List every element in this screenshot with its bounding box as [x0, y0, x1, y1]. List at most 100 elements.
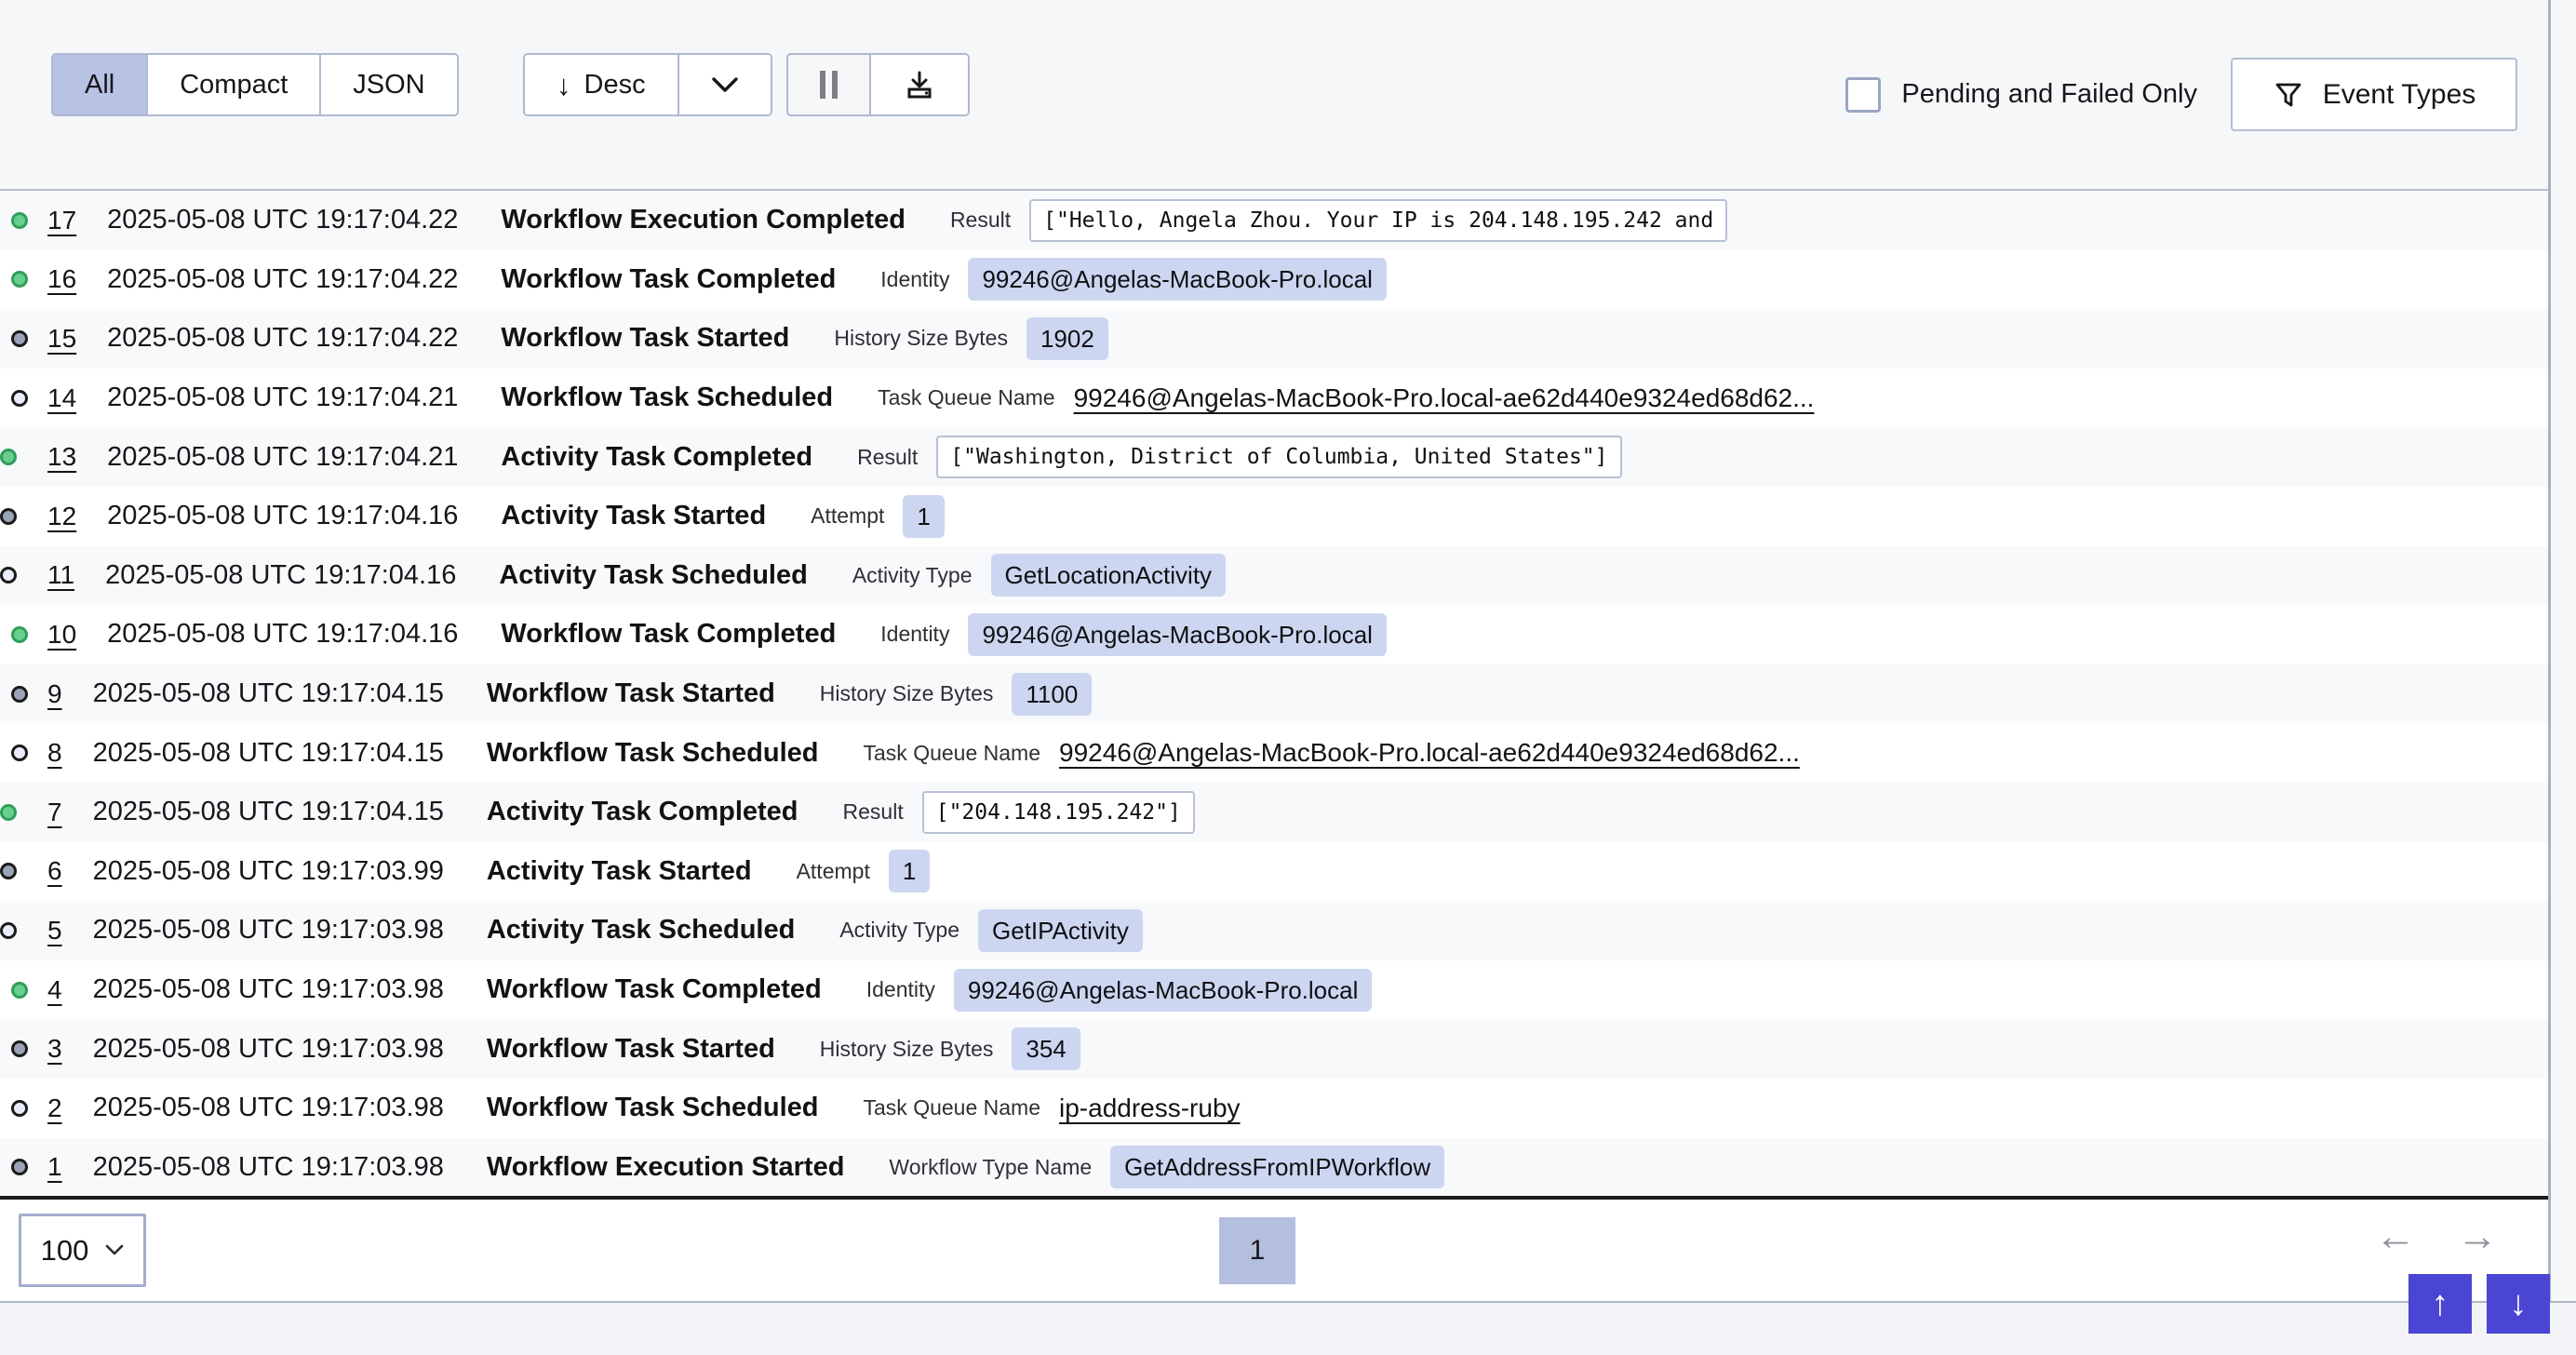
event-attr-value: 354: [1012, 1027, 1080, 1070]
event-attr-value[interactable]: ip-address-ruby: [1059, 1093, 1241, 1123]
event-row[interactable]: 10 2025-05-08 UTC 19:17:04.16 Workflow T…: [0, 605, 2548, 664]
event-id-link[interactable]: 1: [47, 1152, 62, 1182]
view-mode-json[interactable]: JSON: [321, 55, 456, 114]
event-attr-value: 99246@Angelas-MacBook-Pro.local: [968, 613, 1387, 656]
event-id-link[interactable]: 6: [47, 856, 62, 886]
event-id-link[interactable]: 11: [47, 560, 74, 590]
event-name: Workflow Task Started: [487, 678, 775, 709]
view-mode-all[interactable]: All: [53, 55, 148, 114]
event-id-link[interactable]: 3: [47, 1034, 62, 1064]
event-status-marker: [0, 922, 17, 939]
event-id-link[interactable]: 4: [47, 975, 62, 1005]
event-id-link[interactable]: 5: [47, 916, 62, 946]
event-name: Workflow Task Scheduled: [501, 382, 833, 413]
pending-failed-checkbox[interactable]: [1845, 77, 1881, 113]
event-row[interactable]: 2 2025-05-08 UTC 19:17:03.98 Workflow Ta…: [0, 1079, 2548, 1138]
event-status-marker: [0, 508, 17, 525]
scroll-to-top-button[interactable]: ↑: [2408, 1274, 2472, 1334]
event-row[interactable]: 6 2025-05-08 UTC 19:17:03.99 Activity Ta…: [0, 842, 2548, 902]
event-name: Activity Task Completed: [501, 442, 812, 473]
previous-page-arrow-icon[interactable]: ←: [2375, 1216, 2416, 1257]
event-attr-label: Attempt: [811, 503, 884, 529]
event-attr-value: 1902: [1026, 317, 1108, 360]
event-timestamp: 2025-05-08 UTC 19:17:03.99: [93, 856, 444, 887]
event-row[interactable]: 13 2025-05-08 UTC 19:17:04.21 Activity T…: [0, 427, 2548, 487]
pause-button[interactable]: [788, 55, 871, 114]
event-name: Activity Task Scheduled: [499, 560, 807, 591]
event-attr-value: ["Washington, District of Columbia, Unit…: [936, 436, 1621, 478]
event-row[interactable]: 5 2025-05-08 UTC 19:17:03.98 Activity Ta…: [0, 901, 2548, 960]
event-attr-value: ["Hello, Angela Zhou. Your IP is 204.148…: [1029, 199, 1727, 242]
event-row[interactable]: 16 2025-05-08 UTC 19:17:04.22 Workflow T…: [0, 250, 2548, 310]
event-id-link[interactable]: 13: [47, 442, 76, 472]
event-attr-label: Result: [950, 208, 1011, 233]
event-timestamp: 2025-05-08 UTC 19:17:04.22: [107, 264, 458, 295]
event-name: Workflow Task Scheduled: [487, 738, 819, 769]
event-id-link[interactable]: 8: [47, 738, 62, 768]
event-row[interactable]: 4 2025-05-08 UTC 19:17:03.98 Workflow Ta…: [0, 960, 2548, 1020]
view-mode-compact[interactable]: Compact: [148, 55, 321, 114]
sort-desc-label: Desc: [584, 70, 646, 101]
event-status-marker: [11, 1100, 28, 1117]
event-id-link[interactable]: 17: [47, 206, 76, 235]
event-attr-label: Identity: [880, 267, 949, 292]
event-attr-value[interactable]: 99246@Angelas-MacBook-Pro.local-ae62d440…: [1074, 383, 1815, 413]
event-row[interactable]: 14 2025-05-08 UTC 19:17:04.21 Workflow T…: [0, 369, 2548, 428]
event-timestamp: 2025-05-08 UTC 19:17:03.98: [93, 915, 444, 946]
event-history-panel: All Compact JSON ↓ Desc: [0, 0, 2551, 1301]
event-status-marker: [11, 745, 28, 761]
scroll-to-bottom-button[interactable]: ↓: [2487, 1274, 2550, 1334]
event-id-link[interactable]: 15: [47, 324, 76, 354]
event-timestamp: 2025-05-08 UTC 19:17:04.16: [107, 501, 458, 531]
event-row[interactable]: 17 2025-05-08 UTC 19:17:04.22 Workflow E…: [0, 191, 2548, 250]
event-timestamp: 2025-05-08 UTC 19:17:04.15: [93, 797, 444, 827]
event-status-marker: [0, 567, 17, 584]
event-row[interactable]: 9 2025-05-08 UTC 19:17:04.15 Workflow Ta…: [0, 664, 2548, 724]
event-id-link[interactable]: 7: [47, 798, 62, 827]
next-page-arrow-icon[interactable]: →: [2457, 1216, 2498, 1257]
sort-group: ↓ Desc: [523, 53, 772, 116]
event-row[interactable]: 11 2025-05-08 UTC 19:17:04.16 Activity T…: [0, 546, 2548, 606]
event-timestamp: 2025-05-08 UTC 19:17:04.22: [107, 323, 458, 354]
event-timestamp: 2025-05-08 UTC 19:17:03.98: [93, 1034, 444, 1065]
event-status-marker: [11, 686, 28, 703]
event-id-link[interactable]: 10: [47, 620, 76, 650]
event-timestamp: 2025-05-08 UTC 19:17:04.21: [107, 442, 458, 473]
event-types-button[interactable]: Event Types: [2231, 58, 2517, 131]
event-row[interactable]: 1 2025-05-08 UTC 19:17:03.98 Workflow Ex…: [0, 1138, 2548, 1198]
event-attr-label: History Size Bytes: [820, 681, 994, 706]
pause-icon: [820, 71, 838, 99]
event-row[interactable]: 15 2025-05-08 UTC 19:17:04.22 Workflow T…: [0, 309, 2548, 369]
event-attr-label: Identity: [880, 622, 949, 647]
event-id-link[interactable]: 2: [47, 1093, 62, 1123]
page-size-select[interactable]: 100: [19, 1214, 146, 1287]
current-page-button[interactable]: 1: [1219, 1217, 1295, 1284]
event-status-marker: [0, 449, 17, 465]
event-status-marker: [11, 626, 28, 643]
sort-desc-arrow-icon: ↓: [557, 71, 571, 100]
event-name: Workflow Task Started: [501, 323, 789, 354]
event-attr-value: 99246@Angelas-MacBook-Pro.local: [968, 258, 1387, 301]
event-attr-label: History Size Bytes: [834, 326, 1008, 351]
event-id-link[interactable]: 16: [47, 264, 76, 294]
page-size-value: 100: [41, 1234, 89, 1268]
event-id-link[interactable]: 12: [47, 502, 76, 531]
event-types-label: Event Types: [2323, 79, 2476, 111]
sort-desc-button[interactable]: ↓ Desc: [525, 55, 679, 114]
event-attr-value: 1: [889, 850, 930, 892]
sort-options-dropdown[interactable]: [679, 55, 771, 114]
event-attr-value[interactable]: 99246@Angelas-MacBook-Pro.local-ae62d440…: [1059, 738, 1800, 768]
download-icon: [903, 68, 936, 101]
event-id-link[interactable]: 9: [47, 679, 62, 709]
event-row[interactable]: 8 2025-05-08 UTC 19:17:04.15 Workflow Ta…: [0, 723, 2548, 783]
event-row[interactable]: 12 2025-05-08 UTC 19:17:04.16 Activity T…: [0, 487, 2548, 546]
event-status-marker: [0, 804, 17, 821]
event-row[interactable]: 3 2025-05-08 UTC 19:17:03.98 Workflow Ta…: [0, 1019, 2548, 1079]
event-rows: 17 2025-05-08 UTC 19:17:04.22 Workflow E…: [0, 191, 2548, 1197]
filter-funnel-icon: [2273, 79, 2304, 111]
download-button[interactable]: [871, 55, 968, 114]
event-row[interactable]: 7 2025-05-08 UTC 19:17:04.15 Activity Ta…: [0, 783, 2548, 842]
event-timestamp: 2025-05-08 UTC 19:17:03.98: [93, 1152, 444, 1183]
event-id-link[interactable]: 14: [47, 383, 76, 413]
event-history-table: 17 2025-05-08 UTC 19:17:04.22 Workflow E…: [0, 189, 2548, 1200]
